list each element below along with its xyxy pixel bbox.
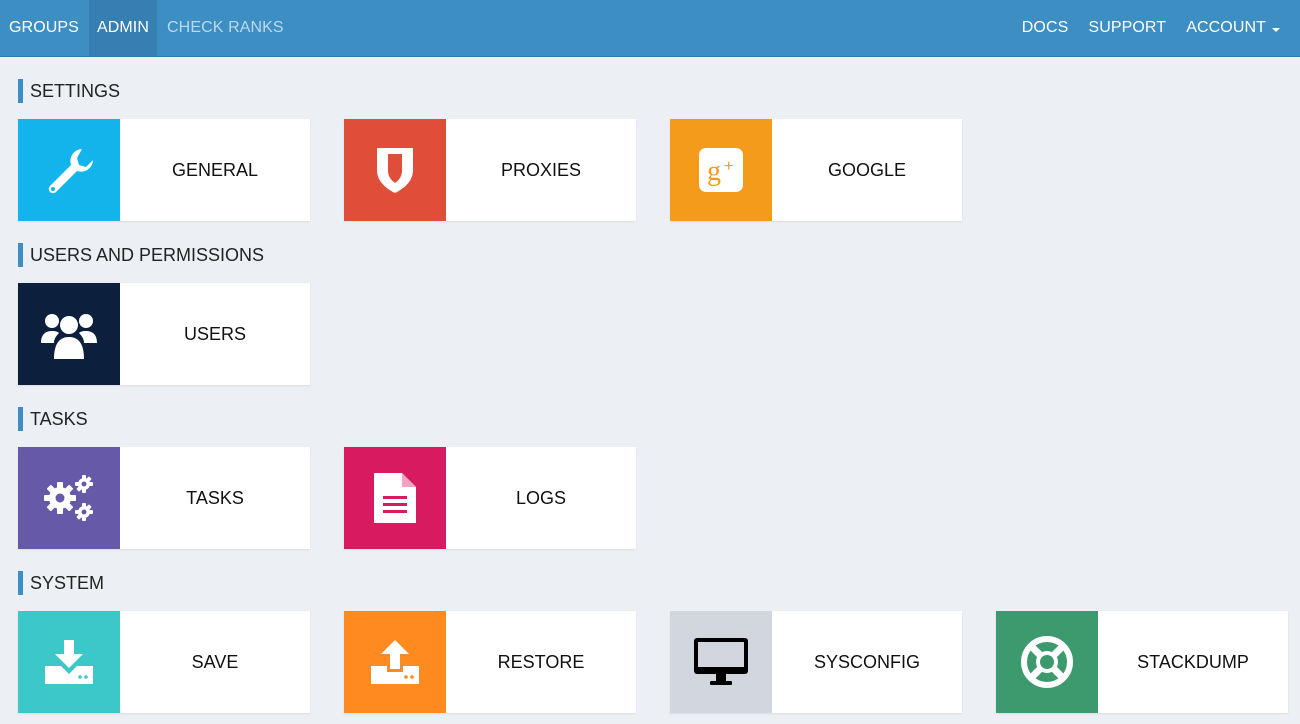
settings-grid: GENERAL PROXIES g + GOOGLE	[18, 119, 1300, 221]
card-general[interactable]: GENERAL	[18, 119, 310, 221]
card-icon-tile	[996, 611, 1098, 713]
top-navbar: GROUPS ADMIN CHECK RANKS DOCS SUPPORT AC…	[0, 0, 1300, 57]
card-label: GENERAL	[171, 159, 259, 180]
section-title-tasks: TASKS	[18, 407, 1300, 431]
card-google[interactable]: g + GOOGLE	[670, 119, 962, 221]
google-plus-icon: g +	[699, 148, 743, 192]
card-label: GOOGLE	[827, 159, 907, 180]
users-grid: USERS	[18, 283, 1300, 385]
card-label: TASKS	[186, 487, 244, 508]
nav-docs[interactable]: DOCS	[1012, 0, 1079, 56]
nav-groups[interactable]: GROUPS	[0, 0, 89, 56]
card-label: LOGS	[515, 487, 567, 508]
card-icon-tile	[18, 119, 120, 221]
svg-text:+: +	[724, 158, 733, 175]
card-label: SYSCONFIG	[813, 651, 920, 672]
card-logs[interactable]: LOGS	[344, 447, 636, 549]
card-icon-tile	[18, 447, 120, 549]
document-icon	[374, 473, 416, 523]
section-title-system: SYSTEM	[18, 571, 1300, 595]
users-icon	[41, 314, 97, 359]
card-tasks[interactable]: TASKS	[18, 447, 310, 549]
caret-down-icon	[1272, 27, 1280, 32]
card-icon-tile	[344, 447, 446, 549]
card-icon-tile: g +	[670, 119, 772, 221]
section-title-users: USERS AND PERMISSIONS	[18, 243, 1300, 267]
nav-left: GROUPS ADMIN CHECK RANKS	[0, 0, 294, 56]
nav-account-dropdown[interactable]: ACCOUNT	[1176, 0, 1300, 56]
upload-icon	[371, 640, 419, 684]
card-users[interactable]: USERS	[18, 283, 310, 385]
download-icon	[45, 640, 93, 684]
card-proxies[interactable]: PROXIES	[344, 119, 636, 221]
gears-icon	[44, 475, 93, 521]
monitor-icon	[694, 638, 748, 685]
card-label: SAVE	[191, 651, 239, 672]
nav-support[interactable]: SUPPORT	[1078, 0, 1176, 56]
nav-account-label: ACCOUNT	[1186, 19, 1266, 36]
card-icon-tile	[344, 119, 446, 221]
nav-admin[interactable]: ADMIN	[88, 0, 158, 56]
card-icon-tile	[670, 611, 772, 713]
card-restore[interactable]: RESTORE	[344, 611, 636, 713]
system-grid: SAVE RESTORE SYSCONFIG STACKDUMP	[18, 611, 1300, 713]
nav-check-ranks[interactable]: CHECK RANKS	[157, 0, 294, 56]
shield-icon	[377, 148, 413, 193]
card-label: PROXIES	[500, 159, 582, 180]
nav-right: DOCS SUPPORT ACCOUNT	[1012, 0, 1300, 56]
card-icon-tile	[344, 611, 446, 713]
card-label: STACKDUMP	[1137, 651, 1249, 672]
card-label: RESTORE	[497, 651, 585, 672]
card-sysconfig[interactable]: SYSCONFIG	[670, 611, 962, 713]
card-icon-tile	[18, 611, 120, 713]
admin-content: SETTINGS GENERAL PROXIES g + GOOGLE USER…	[0, 57, 1300, 713]
section-title-settings: SETTINGS	[18, 79, 1300, 103]
card-save[interactable]: SAVE	[18, 611, 310, 713]
svg-text:g: g	[707, 156, 721, 187]
lifebuoy-icon	[1021, 636, 1073, 688]
wrench-icon	[48, 149, 93, 194]
card-label: USERS	[183, 323, 246, 344]
card-icon-tile	[18, 283, 120, 385]
tasks-grid: TASKS LOGS	[18, 447, 1300, 549]
card-stackdump[interactable]: STACKDUMP	[996, 611, 1288, 713]
